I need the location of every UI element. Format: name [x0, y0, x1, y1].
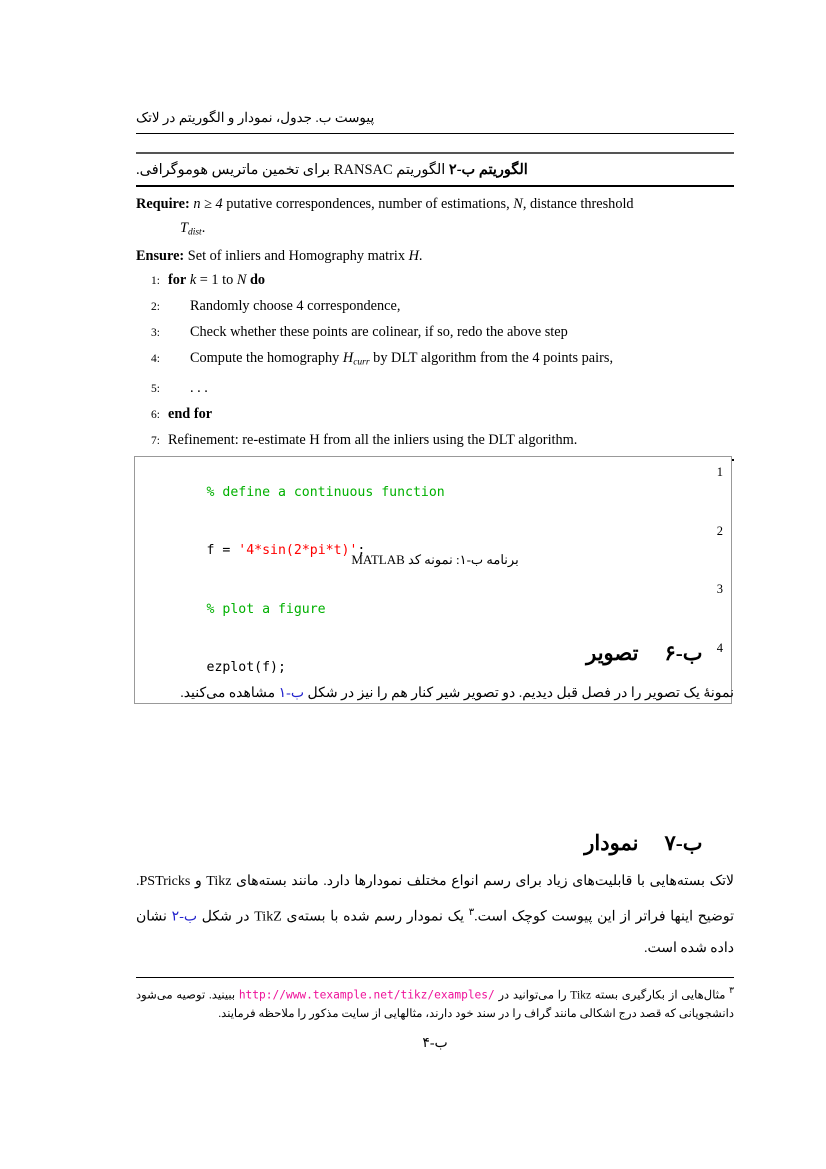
algorithm-require-cont: Tdist.: [136, 216, 734, 245]
algorithm-step-6-number: 6:: [151, 408, 160, 421]
ensure-var-h: H: [408, 248, 419, 265]
do-keyword: do: [249, 272, 266, 289]
footnote-number: ۳: [729, 985, 734, 995]
section-b7-title: نمودار: [584, 831, 639, 855]
step-4-var-h: H: [342, 350, 354, 367]
algorithm-caption: الگوریتم ب-۲ الگوریتم RANSAC برای تخمین …: [136, 154, 734, 185]
loop-var-k: k: [189, 272, 197, 289]
algorithm-step-5-text: . . .: [190, 379, 208, 396]
algorithm-step-4: 4: Compute the homography Hcurr by DLT al…: [136, 346, 734, 376]
ensure-dot: .: [418, 248, 423, 265]
code-line-1: % define a continuous function 1: [135, 463, 731, 522]
algorithm-caption-latin: RANSAC: [333, 162, 393, 178]
paragraph-b6-text-a: نمونهٔ یک تصویر را در فصل قبل دیدیم. دو …: [304, 686, 734, 701]
require-var-n: N: [513, 195, 523, 212]
figure-reference-b2[interactable]: ب-۲: [172, 910, 197, 925]
figure-reference-b1[interactable]: ب-۱: [279, 686, 304, 701]
paragraph-b7-conjunction: و: [190, 874, 207, 889]
paragraph-b7-latin-tikz2: TikZ: [254, 909, 282, 925]
algorithm-body: Require: n ≥ 4 putative correspondences,…: [136, 187, 734, 454]
algorithm-step-7: 7: Refinement: re-estimate H from all the…: [136, 428, 734, 454]
algorithm-step-7-number: 7:: [151, 434, 160, 447]
paragraph-b7-text-a: لاتک بسته‌هایی با قابلیت‌های زیاد برای ر…: [231, 874, 734, 889]
algorithm-step-2: 2: Randomly choose 4 correspondence,: [136, 294, 734, 320]
algorithm-step-1: 1: for k = 1 to N do: [136, 268, 734, 294]
paragraph-b7-text-b: توضیح اینها فراتر از این پیوست کوچک است.: [474, 909, 735, 925]
for-keyword: for: [168, 272, 187, 289]
algorithm-step-2-text: Randomly choose 4 correspondence,: [190, 298, 401, 315]
require-var-t: T: [180, 219, 188, 236]
step-4-var-h-subscript: curr: [353, 357, 370, 368]
algorithm-caption-text-b: برای تخمین ماتریس هوموگرافی.: [136, 162, 334, 178]
section-b7-number: ب-۷: [664, 831, 703, 855]
algorithm-caption-number: الگوریتم ب-۲: [448, 162, 528, 178]
paragraph-b7-text-d: در شکل: [197, 909, 255, 925]
algorithm-step-7-text: Refinement: re-estimate H from all the i…: [168, 431, 578, 448]
require-text-2: , distance threshold: [522, 195, 634, 212]
footnote-text-b: را می‌توانید در: [494, 988, 571, 1002]
paragraph-b7-latin-pstricks: PSTricks: [139, 874, 191, 889]
header-rule: [136, 133, 734, 134]
step-4-text-b: by DLT algorithm from the 4 points pairs…: [373, 350, 614, 367]
page-number: ب-۴: [422, 1036, 448, 1051]
algorithm-step-3-text: Check whether these points are colinear,…: [190, 324, 568, 341]
algorithm-caption-text-a: الگوریتم: [392, 162, 449, 178]
require-label: Require:: [136, 195, 190, 212]
algorithm-step-4-number: 4:: [151, 353, 160, 366]
require-expression: n ≥ 4: [193, 195, 223, 212]
paragraph-b7: لاتک بسته‌هایی با قابلیت‌های زیاد برای ر…: [136, 866, 734, 964]
algorithm-step-2-number: 2:: [151, 301, 160, 314]
algorithm-require-line: Require: n ≥ 4 putative correspondences,…: [136, 192, 734, 216]
code-line-3-number: 3: [716, 582, 723, 596]
section-b6-title: تصویر: [586, 641, 639, 665]
require-cont-dot: .: [201, 219, 206, 236]
paragraph-b7-latin-tikz: Tikz: [206, 874, 232, 889]
algorithm-step-5-number: 5:: [151, 382, 160, 395]
listing-caption-pre: برنامه ب-۱: نمونه کد: [404, 552, 519, 567]
paragraph-b7-text-c: یک نمودار رسم شده با بسته‌ی: [281, 909, 469, 925]
algorithm-step-3: 3: Check whether these points are colinea…: [136, 320, 734, 346]
code-line-1-number: 1: [716, 465, 723, 479]
algorithm-step-6-text: end for: [168, 405, 213, 422]
paragraph-b6-text-b: مشاهده می‌کنید.: [180, 686, 279, 701]
listing-caption-latin: MATLAB: [351, 552, 405, 567]
running-header: پیوست ب. جدول، نمودار و الگوریتم در لاتک: [136, 110, 734, 126]
algorithm-step-6: 6: end for: [136, 402, 734, 428]
footnote-latin-tikz: Tikz: [570, 988, 592, 1002]
page-content: پیوست ب. جدول، نمودار و الگوریتم در لاتک…: [134, 0, 734, 1169]
footnote-url-link[interactable]: http://www.texample.net/tikz/examples/: [239, 988, 495, 1001]
algorithm-step-5: 5: . . .: [136, 376, 734, 402]
section-b6-number: ب-۶: [664, 641, 703, 665]
running-header-text: پیوست ب. جدول، نمودار و الگوریتم در لاتک: [136, 110, 375, 125]
ensure-text: Set of inliers and Homography matrix: [187, 248, 405, 265]
code-line-2-number: 2: [716, 523, 723, 538]
require-var-t-subscript: dist: [187, 227, 202, 238]
ensure-label: Ensure:: [136, 248, 185, 265]
algorithm-step-4-text: Compute the homography Hcurr by DLT algo…: [160, 346, 613, 376]
require-text-1: putative correspondences, number of esti…: [226, 195, 510, 212]
footnote-text-a: مثال‌هایی از بکارگیری بسته: [591, 988, 730, 1002]
algorithm-step-3-number: 3:: [151, 327, 160, 340]
footnote-block: ۳ مثال‌هایی از بکارگیری بسته Tikz را می‌…: [136, 981, 734, 1023]
loop-var-n: N: [236, 272, 247, 289]
loop-range-text: = 1 to: [199, 272, 234, 289]
algorithm-step-1-text: for k = 1 to N do: [160, 268, 265, 293]
algorithm-block: الگوریتم ب-۲ الگوریتم RANSAC برای تخمین …: [136, 152, 734, 461]
code-line-1-text: % define a continuous function: [206, 484, 445, 500]
paragraph-b6: نمونهٔ یک تصویر را در فصل قبل دیدیم. دو …: [136, 678, 734, 709]
document-page: پیوست ب. جدول، نمودار و الگوریتم در لاتک…: [0, 0, 826, 1169]
listing-caption: برنامه ب-۱: نمونه کد MATLAB: [136, 551, 734, 569]
step-4-text-a: Compute the homography: [190, 350, 340, 367]
algorithm-step-1-number: 1:: [151, 275, 160, 288]
algorithm-ensure-line: Ensure: Set of inliers and Homography ma…: [136, 244, 734, 268]
footnote-rule: [136, 977, 734, 979]
